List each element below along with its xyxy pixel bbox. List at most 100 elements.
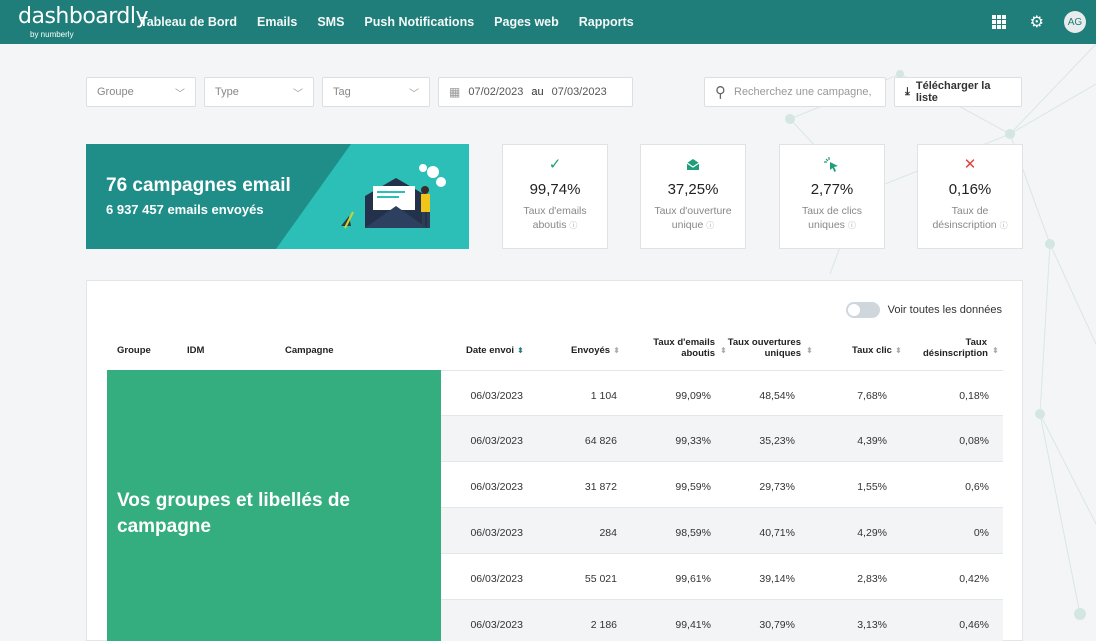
table-row[interactable]: 06/03/2023 31 872 99,59% 29,73% 1,55% 0,6% <box>441 462 1003 508</box>
cell-taux-aboutis: 98,59% <box>675 527 711 539</box>
cell-date: 06/03/2023 <box>470 481 523 493</box>
check-icon: ✓ <box>548 156 562 173</box>
nav-rapports[interactable]: Rapports <box>579 15 634 29</box>
nav-links: Tableau de Bord Emails SMS Push Notifica… <box>140 0 654 44</box>
cell-taux-ouvertures: 39,14% <box>759 573 795 585</box>
table-row[interactable]: 06/03/2023 2 186 99,41% 30,79% 3,13% 0,46% <box>441 600 1003 641</box>
col-taux-aboutis-label1: Taux d'emails <box>653 337 715 348</box>
col-taux-aboutis-label2: aboutis <box>681 348 715 359</box>
kpi-open-rate: 37,25% Taux d'ouverture unique ⓘ <box>640 144 746 249</box>
cell-taux-ouvertures: 40,71% <box>759 527 795 539</box>
kpi-label-line2: unique <box>671 219 704 231</box>
sort-icon: ⬍ <box>517 346 524 355</box>
kpi-label-line1: Taux de <box>951 205 989 217</box>
col-taux-aboutis[interactable]: Taux d'emails aboutis <box>647 337 715 359</box>
help-icon[interactable]: ⓘ <box>569 221 577 230</box>
cell-taux-clic: 4,29% <box>857 527 887 539</box>
kpi-label-line2: désinscription <box>932 219 997 231</box>
search-input[interactable]: ⚲ Recherchez une campagne, <box>704 77 886 107</box>
help-icon[interactable]: ⓘ <box>848 221 856 230</box>
nav-tableau-de-bord[interactable]: Tableau de Bord <box>140 15 237 29</box>
groupe-select[interactable]: Groupe ﹀ <box>86 77 196 107</box>
nav-push-notifications[interactable]: Push Notifications <box>364 15 474 29</box>
cell-taux-clic: 4,39% <box>857 435 887 447</box>
top-nav: dashboardly by numberly Tableau de Bord … <box>0 0 1096 44</box>
cell-date: 06/03/2023 <box>470 390 523 402</box>
col-taux-desinscription[interactable]: Taux désinscription <box>923 337 988 359</box>
kpi-label-line2: uniques <box>808 219 845 231</box>
kpi-unsubscribe-rate: ✕ 0,16% Taux de désinscription ⓘ <box>917 144 1023 249</box>
col-date-envoi-label: Date envoi <box>466 345 515 356</box>
gear-icon[interactable]: ⚙ <box>1030 12 1044 32</box>
chevron-down-icon: ﹀ <box>293 89 303 100</box>
search-icon: ⚲ <box>715 84 726 101</box>
cell-taux-desinscription: 0,46% <box>959 619 989 631</box>
col-taux-ouvertures[interactable]: Taux ouvertures uniques <box>727 337 801 359</box>
cell-taux-desinscription: 0,6% <box>965 481 989 493</box>
campaigns-count: 76 campagnes email <box>106 175 291 196</box>
date-range-picker[interactable]: ▦ 07/02/2023 au 07/03/2023 <box>438 77 633 107</box>
col-idm[interactable]: IDM <box>187 345 204 356</box>
campaigns-summary-banner: 76 campagnes email 6 937 457 emails envo… <box>86 144 469 249</box>
group-label-text: Vos groupes et libellés de campagne <box>117 490 350 537</box>
nav-pages-web[interactable]: Pages web <box>494 15 559 29</box>
logo-text: dashboardly <box>18 4 149 29</box>
col-campagne[interactable]: Campagne <box>285 345 334 356</box>
help-icon[interactable]: ⓘ <box>706 221 714 230</box>
table-row[interactable]: 06/03/2023 284 98,59% 40,71% 4,29% 0% <box>441 508 1003 554</box>
help-icon[interactable]: ⓘ <box>1000 221 1008 230</box>
group-label-block: Vos groupes et libellés de campagne <box>107 370 441 641</box>
kpi-value: 2,77% <box>810 181 854 198</box>
chevron-down-icon: ﹀ <box>409 89 419 100</box>
table-body: 06/03/2023 1 104 99,09% 48,54% 7,68% 0,18% 06/… <box>441 370 1003 641</box>
kpi-label-line1: Taux de clics <box>801 205 863 217</box>
logo[interactable]: dashboardly by numberly <box>18 4 149 40</box>
col-envoyes[interactable]: Envoyés ⬍ <box>571 345 620 356</box>
col-taux-ouvertures-label2: uniques <box>764 348 801 359</box>
email-illustration-icon <box>341 164 446 229</box>
cell-taux-ouvertures: 48,54% <box>759 390 795 402</box>
tag-select[interactable]: Tag ﹀ <box>322 77 430 107</box>
kpi-click-rate: 2,77% Taux de clics uniques ⓘ <box>779 144 885 249</box>
download-list-button[interactable]: ⤓ Télécharger la liste <box>894 77 1022 107</box>
kpi-label-line1: Taux d'ouverture <box>654 205 732 217</box>
date-separator: au <box>531 86 544 98</box>
table-row[interactable]: 06/03/2023 1 104 99,09% 48,54% 7,68% 0,18% <box>441 370 1003 416</box>
type-select-label: Type <box>215 86 239 98</box>
sort-icon: ⬍ <box>613 346 620 355</box>
nav-emails[interactable]: Emails <box>257 15 297 29</box>
cell-taux-aboutis: 99,09% <box>675 390 711 402</box>
table-row[interactable]: 06/03/2023 64 826 99,33% 35,23% 4,39% 0,08% <box>441 416 1003 462</box>
kpi-delivered: ✓ 99,74% Taux d'emails aboutis ⓘ <box>502 144 608 249</box>
groupe-select-label: Groupe <box>97 86 134 98</box>
emails-sent-count: 6 937 457 emails envoyés <box>106 202 264 217</box>
kpi-label: Taux de clics uniques ⓘ <box>780 204 884 233</box>
col-taux-desinscription-label2: désinscription <box>923 348 988 359</box>
type-select[interactable]: Type ﹀ <box>204 77 314 107</box>
nav-right: ⚙ AG <box>991 0 1086 44</box>
avatar[interactable]: AG <box>1064 11 1086 33</box>
cell-taux-desinscription: 0,08% <box>959 435 989 447</box>
kpi-value: 99,74% <box>529 181 581 198</box>
chevron-down-icon: ﹀ <box>175 89 185 100</box>
show-all-data-toggle-wrap: Voir toutes les données <box>845 302 1002 318</box>
show-all-data-toggle[interactable] <box>845 302 880 318</box>
cursor-click-icon <box>780 157 884 173</box>
cell-date: 06/03/2023 <box>470 435 523 447</box>
col-taux-ouvertures-label1: Taux ouvertures <box>727 337 801 348</box>
cell-taux-clic: 7,68% <box>857 390 887 402</box>
nav-sms[interactable]: SMS <box>317 15 344 29</box>
col-date-envoi[interactable]: Date envoi ⬍ <box>466 345 524 356</box>
apps-grid-icon[interactable] <box>991 15 1006 29</box>
cell-taux-clic: 3,13% <box>857 619 887 631</box>
search-placeholder: Recherchez une campagne, <box>734 86 872 98</box>
cell-taux-aboutis: 99,33% <box>675 435 711 447</box>
download-icon: ⤓ <box>905 85 910 98</box>
cell-taux-desinscription: 0,42% <box>959 573 989 585</box>
col-taux-clic[interactable]: Taux clic ⬍ <box>852 345 902 356</box>
col-groupe[interactable]: Groupe <box>117 345 151 356</box>
envelope-open-icon <box>641 157 745 173</box>
cell-envoyes: 2 186 <box>590 619 617 631</box>
campaigns-table-panel: Voir toutes les données Groupe IDM Campa… <box>86 280 1023 641</box>
table-row[interactable]: 06/03/2023 55 021 99,61% 39,14% 2,83% 0,42% <box>441 554 1003 600</box>
